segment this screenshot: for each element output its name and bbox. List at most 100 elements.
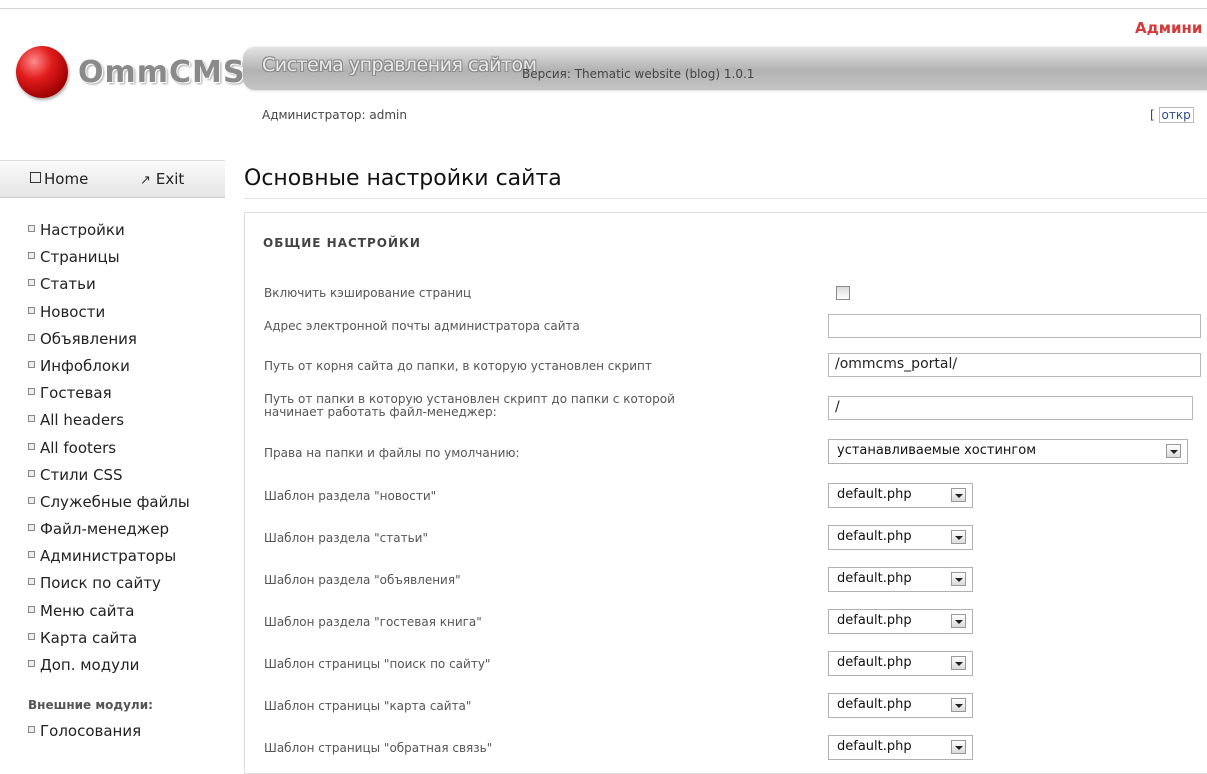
sidebar-item-service-files[interactable]: Служебные файлы [28,492,228,519]
chevron-down-icon[interactable] [951,740,966,754]
exit-button[interactable]: ↗︎ Exit [140,170,184,188]
sidebar-item-extra-modules[interactable]: Доп. модули [28,655,228,682]
logo[interactable]: OmmCMS [16,44,246,100]
sidebar-item-label: Служебные файлы [40,492,190,511]
sidebar-item-articles[interactable]: Статьи [28,274,228,301]
sidebar-item-site-menu[interactable]: Меню сайта [28,601,228,628]
sidebar-item-pages[interactable]: Страницы [28,247,228,274]
script-path-input[interactable]: /ommcms_portal/ [828,353,1201,377]
sidebar-item-all-headers[interactable]: All headers [28,410,228,437]
sidebar-item-label: Доп. модули [40,656,140,674]
bullet-icon [28,306,35,314]
filemanager-path-input[interactable]: / [828,396,1193,420]
system-title: Система управления сайтом [262,54,537,76]
bullet-icon [28,496,35,504]
version-text: Версия: Thematic website (blog) 1.0.1 [522,67,755,81]
sidebar-item-label: Инфоблоки [40,356,130,375]
chevron-down-icon[interactable] [951,488,966,502]
section-title: ОБЩИЕ НАСТРОЙКИ [263,236,421,250]
sitemap-template-select[interactable]: default.php [828,693,973,718]
bullet-icon [28,551,35,559]
sidebar-item-settings[interactable]: Настройки [28,220,228,247]
sidebar-item-label: Страницы [40,248,120,267]
page-title: Основные настройки сайта [244,166,562,191]
admin-info: Администратор: admin [262,108,407,122]
ads-template-select[interactable]: default.php [828,567,973,592]
sidebar-item-label: Голосования [40,722,142,740]
sidebar-item-label: Карта сайта [40,628,138,647]
sidebar-item-sitemap[interactable]: Карта сайта [28,628,228,655]
title-divider [244,198,1207,199]
bullet-icon [28,279,35,287]
top-nav-bar: Home ↗︎ Exit [0,160,225,198]
sitemap-template-value: default.php [837,697,912,712]
logo-ball-icon [16,46,68,98]
home-icon [30,172,41,183]
sidebar-item-label: Меню сайта [40,601,135,620]
caching-checkbox[interactable] [836,286,850,300]
permissions-select[interactable]: устанавливаемые хостингом [828,439,1188,464]
sidebar-item-news[interactable]: Новости [28,302,228,329]
guestbook-template-value: default.php [837,613,912,628]
news-template-label: Шаблон раздела "новости" [264,489,437,503]
bullet-icon [28,225,35,232]
bullet-icon [28,333,35,341]
sidebar-item-infoblocks[interactable]: Инфоблоки [28,356,228,383]
sidebar-item-label: Статьи [40,275,96,294]
script-path-label: Путь от корня сайта до папки, в которую … [264,359,652,373]
bullet-icon [28,632,35,640]
sidebar-menu: Настройки Страницы Статьи Новости Объявл… [28,220,228,682]
sidebar-item-polls[interactable]: Голосования [28,722,141,740]
sidebar-item-ads[interactable]: Объявления [28,329,228,356]
external-modules-heading: Внешние модули: [28,698,153,712]
admin-link[interactable]: Админи [1135,19,1202,37]
articles-template-select[interactable]: default.php [828,525,973,550]
bullet-icon [28,660,35,667]
news-template-select[interactable]: default.php [828,483,973,508]
home-button[interactable]: Home [30,170,88,188]
sidebar-item-label: Объявления [40,329,137,348]
ads-template-value: default.php [837,571,912,586]
permissions-label: Права на папки и файлы по умолчанию: [264,446,520,460]
sidebar-item-file-manager[interactable]: Файл-менеджер [28,519,228,546]
sidebar-item-label: Гостевая [40,384,112,403]
sidebar-item-css[interactable]: Стили CSS [28,465,228,492]
exit-icon: ↗︎ [140,173,151,188]
open-site-label[interactable]: откр [1158,107,1194,123]
top-divider [0,8,1207,9]
articles-template-label: Шаблон раздела "статьи" [264,531,428,545]
sidebar-item-guestbook[interactable]: Гостевая [28,383,228,410]
news-template-value: default.php [837,487,912,502]
filemanager-path-label-line1: Путь от папки в которую установлен скрип… [264,392,675,406]
chevron-down-icon[interactable] [1166,444,1181,458]
bullet-icon [28,605,35,613]
sidebar-item-label: Файл-менеджер [40,520,170,539]
bullet-icon [28,252,35,260]
logo-text: OmmCMS [78,54,246,90]
bullet-icon [28,469,35,477]
admin-email-input[interactable] [828,314,1201,338]
guestbook-template-label: Шаблон раздела "гостевая книга" [264,615,482,629]
open-site-link[interactable]: [ откр [1150,107,1194,123]
sidebar-item-label: Новости [40,302,106,321]
feedback-template-value: default.php [837,739,912,754]
sidebar-item-label: Поиск по сайту [40,574,161,593]
exit-label: Exit [155,170,185,188]
search-template-select[interactable]: default.php [828,651,973,676]
bullet-icon [28,442,35,450]
bullet-icon [28,524,35,532]
chevron-down-icon[interactable] [951,614,966,628]
open-bracket: [ [1150,108,1155,122]
chevron-down-icon[interactable] [951,656,966,670]
sidebar-item-administrators[interactable]: Администраторы [28,546,228,573]
chevron-down-icon[interactable] [951,572,966,586]
sidebar-item-label: Администраторы [40,547,177,566]
chevron-down-icon[interactable] [951,530,966,544]
admin-email-label: Адрес электронной почты администратора с… [264,319,580,333]
feedback-template-select[interactable]: default.php [828,735,973,760]
sidebar-item-all-footers[interactable]: All footers [28,438,228,465]
filemanager-path-label-line2: начинает работать файл-менеджер: [264,405,497,419]
sidebar-item-site-search[interactable]: Поиск по сайту [28,573,228,600]
chevron-down-icon[interactable] [951,698,966,712]
guestbook-template-select[interactable]: default.php [828,609,973,634]
